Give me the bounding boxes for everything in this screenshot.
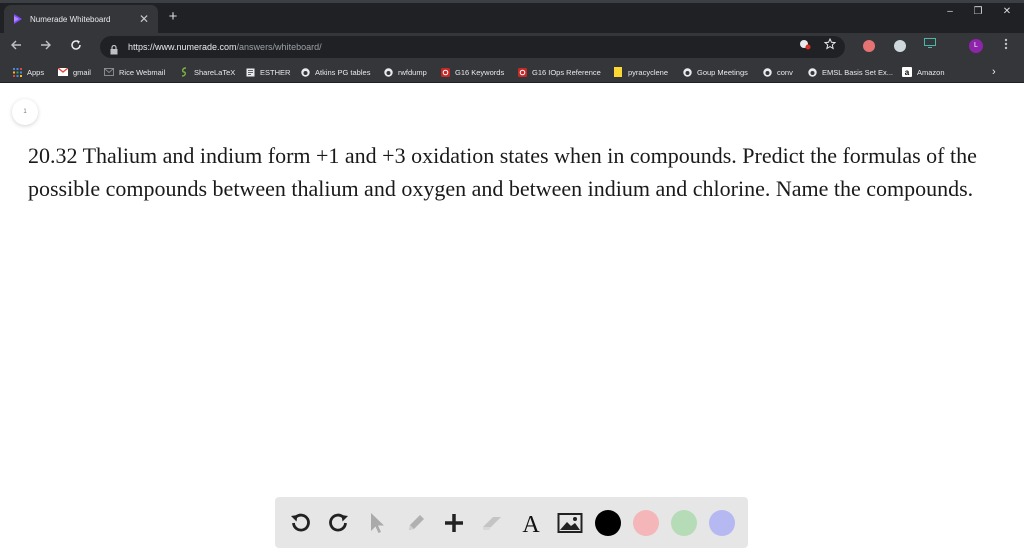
page-number-badge[interactable]: 1 <box>12 99 38 125</box>
bookmark-folder-icon <box>613 67 623 77</box>
bookmark-label: Apps <box>27 67 45 77</box>
profile-avatar[interactable]: L <box>969 39 983 53</box>
question-text: 20.32 Thalium and indium form +1 and +3 … <box>28 143 977 201</box>
bookmark-label: Amazon <box>917 67 945 77</box>
tab-numerade-whiteboard[interactable]: Numerade Whiteboard ✕ <box>4 5 158 33</box>
address-bar[interactable]: https://www.numerade.com/answers/whitebo… <box>100 36 845 58</box>
bookmark-label: rwfdump <box>398 67 427 77</box>
url-text: https://www.numerade.com/answers/whitebo… <box>128 42 322 52</box>
text-icon[interactable]: A <box>518 510 544 536</box>
bookmark-esther[interactable]: ESTHER <box>245 65 290 79</box>
url-host: https://www.numerade.com <box>128 42 237 52</box>
url-path: /answers/whiteboard/ <box>236 42 322 52</box>
browser-menu-icon[interactable] <box>1002 38 1010 54</box>
tabstrip-accent <box>0 0 1024 3</box>
github-icon <box>682 67 692 77</box>
restore-icon[interactable]: ❐ <box>971 6 985 17</box>
bookmark-conv[interactable]: conv <box>762 65 793 79</box>
color-black-swatch[interactable] <box>595 509 621 536</box>
forward-icon[interactable] <box>37 38 55 56</box>
bookmark-label: pyracyclene <box>628 67 669 77</box>
bookmark-label: Atkins PG tables <box>315 67 371 77</box>
bookmark-label: G16 Keywords <box>455 67 505 77</box>
tab-close-icon[interactable]: ✕ <box>138 13 150 25</box>
bookmark-label: gmail <box>73 67 91 77</box>
bookmark-label: G16 IOps Reference <box>532 67 601 77</box>
sharelatex-icon <box>179 67 189 77</box>
bookmark-star-icon[interactable] <box>823 37 837 52</box>
minimize-icon[interactable]: – <box>943 6 957 17</box>
bookmark-g16-keywords[interactable]: G16 Keywords <box>440 65 504 79</box>
bookmark-sharelatex[interactable]: ShareLaTeX <box>179 65 235 79</box>
undo-icon[interactable] <box>287 510 313 536</box>
numerade-favicon-icon <box>12 13 24 25</box>
svg-text:A: A <box>522 512 540 535</box>
gaussian-icon <box>440 67 450 77</box>
apps-grid-icon <box>12 67 22 77</box>
color-green-swatch[interactable] <box>671 509 697 536</box>
bookmark-emsl-basis-set[interactable]: EMSL Basis Set Ex... <box>807 65 893 79</box>
eraser-icon[interactable] <box>480 510 506 536</box>
bookmark-gmail[interactable]: gmail <box>58 65 91 79</box>
bookmark-goup-meetings[interactable]: Goup Meetings <box>682 65 748 79</box>
site-permissions-icon[interactable] <box>798 38 812 52</box>
bookmark-amazon[interactable]: a Amazon <box>902 65 945 79</box>
github-icon <box>807 67 817 77</box>
browser-toolbar: https://www.numerade.com/answers/whitebo… <box>0 33 1024 61</box>
page-icon <box>245 67 255 77</box>
extension-2-icon[interactable] <box>894 40 906 52</box>
image-icon[interactable] <box>557 510 583 536</box>
bookmarks-overflow-icon[interactable]: › <box>992 65 996 79</box>
github-icon <box>300 67 310 77</box>
extension-3-icon[interactable] <box>923 38 937 52</box>
webmail-icon <box>104 67 114 77</box>
bookmark-label: Rice Webmail <box>119 67 166 77</box>
pointer-icon[interactable] <box>364 510 390 536</box>
bookmark-label: conv <box>777 67 793 77</box>
bookmark-rice-webmail[interactable]: Rice Webmail <box>104 65 165 79</box>
svg-text:a: a <box>905 68 910 77</box>
add-icon[interactable] <box>441 510 467 536</box>
browser-tabstrip: Numerade Whiteboard ✕ + – ❐ ✕ <box>0 0 1024 33</box>
bookmark-pyracyclene[interactable]: pyracyclene <box>613 65 668 79</box>
reload-icon[interactable] <box>67 38 85 56</box>
redo-icon[interactable] <box>326 510 352 536</box>
color-purple-swatch[interactable] <box>709 509 735 536</box>
whiteboard-toolbar: A <box>275 497 748 548</box>
bookmark-apps[interactable]: Apps <box>12 65 44 79</box>
color-pink-swatch[interactable] <box>633 509 659 536</box>
bookmark-label: Goup Meetings <box>697 67 748 77</box>
bookmark-rwfdump[interactable]: rwfdump <box>383 65 427 79</box>
window-close-icon[interactable]: ✕ <box>1000 6 1014 17</box>
new-tab-icon[interactable]: + <box>164 8 182 26</box>
github-icon <box>383 67 393 77</box>
pen-icon[interactable] <box>403 510 429 536</box>
gaussian-icon <box>517 67 527 77</box>
tab-title: Numerade Whiteboard <box>30 14 111 24</box>
lock-icon <box>110 42 120 55</box>
bookmark-label: EMSL Basis Set Ex... <box>822 67 893 77</box>
bookmarks-bar: Apps gmail Rice Webmail ShareLaTeX ESTHE… <box>0 61 1024 83</box>
bookmark-g16-iops-reference[interactable]: G16 IOps Reference <box>517 65 601 79</box>
bookmark-atkins-pg-tables[interactable]: Atkins PG tables <box>300 65 370 79</box>
github-icon <box>762 67 772 77</box>
extension-1-icon[interactable] <box>863 40 875 52</box>
amazon-icon: a <box>902 67 912 77</box>
whiteboard-page[interactable]: 1 20.32 Thalium and indium form +1 and +… <box>0 84 1024 554</box>
back-icon[interactable] <box>7 38 25 56</box>
bookmark-label: ESTHER <box>260 67 291 77</box>
gmail-icon <box>58 67 68 77</box>
bookmark-label: ShareLaTeX <box>194 67 236 77</box>
